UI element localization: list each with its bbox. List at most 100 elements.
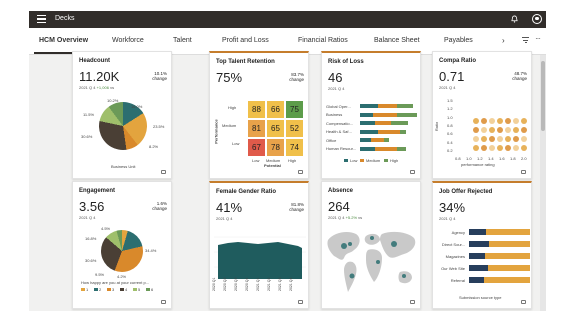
map-point[interactable] <box>348 242 352 246</box>
bar-segment[interactable] <box>489 241 530 247</box>
scatter-point[interactable] <box>513 145 519 151</box>
vertical-scrollbar[interactable] <box>540 55 546 311</box>
scatter-point[interactable] <box>489 136 495 142</box>
scatter-point[interactable] <box>513 118 519 124</box>
scatter-point[interactable] <box>473 145 479 151</box>
card-female-gender-ratio[interactable]: Female Gender Ratio 41% 2021 Q 4 81.8% c… <box>209 181 309 309</box>
comment-icon[interactable] <box>161 170 166 174</box>
scatter-point[interactable] <box>473 118 479 124</box>
map-point[interactable] <box>370 236 374 240</box>
scatter-point[interactable] <box>481 118 487 124</box>
map-point[interactable] <box>349 273 355 279</box>
card-top-talent-retention[interactable]: Top Talent Retention 75% 83.7% change Pe… <box>209 51 309 179</box>
tab-balance-sheet[interactable]: Balance Sheet <box>374 37 420 44</box>
heatmap-cell[interactable]: 88 <box>248 101 265 118</box>
tab-financial-ratios[interactable]: Financial Ratios <box>298 37 348 44</box>
bar-segment[interactable] <box>469 265 488 271</box>
card-engagement[interactable]: Engagement 3.56 2021 Q 4 1.6% change 4.5… <box>72 181 172 309</box>
comment-icon[interactable] <box>410 300 415 304</box>
scatter-point[interactable] <box>497 145 503 151</box>
scrollbar-thumb[interactable] <box>541 61 545 131</box>
comment-icon[interactable] <box>161 300 166 304</box>
bar-segment[interactable] <box>469 229 487 235</box>
more-horizontal-icon[interactable]: ··· <box>535 34 541 43</box>
scatter-point[interactable] <box>489 145 495 151</box>
bar-segment[interactable] <box>360 121 376 125</box>
bar-segment[interactable] <box>360 104 378 108</box>
scatter-point[interactable] <box>497 136 503 142</box>
scatter-point[interactable] <box>505 145 511 151</box>
scatter-point[interactable] <box>521 118 527 124</box>
bar-segment[interactable] <box>377 129 400 134</box>
bar-segment[interactable] <box>360 112 374 117</box>
bar-segment[interactable] <box>487 265 530 271</box>
scatter-point[interactable] <box>505 136 511 142</box>
scatter-point[interactable] <box>481 136 487 142</box>
bar-segment[interactable] <box>484 253 530 259</box>
comment-icon[interactable] <box>521 170 526 174</box>
card-absence[interactable]: Absence 264 2021 Q 4 +5.2% vs <box>321 181 421 309</box>
tab-talent[interactable]: Talent <box>173 37 192 44</box>
bar-segment[interactable] <box>360 138 371 142</box>
heatmap-cell[interactable]: 52 <box>286 120 303 137</box>
scatter-point[interactable] <box>497 118 503 124</box>
gender-area-chart[interactable] <box>214 227 306 283</box>
heatmap-cell[interactable]: 65 <box>267 120 284 137</box>
tab-profit-and-loss[interactable]: Profit and Loss <box>222 37 269 44</box>
heatmap-cell[interactable]: 81 <box>248 120 265 137</box>
heatmap-cell[interactable]: 74 <box>286 139 303 156</box>
tab-hcm-overview[interactable]: HCM Overview <box>39 37 88 44</box>
bar-segment[interactable] <box>377 104 398 108</box>
heatmap-cell[interactable]: 66 <box>267 101 284 118</box>
bar-segment[interactable] <box>360 146 376 151</box>
scatter-point[interactable] <box>521 127 527 133</box>
bar-segment[interactable] <box>371 138 385 142</box>
headcount-pie-chart[interactable] <box>99 102 147 150</box>
map-point[interactable] <box>391 241 397 247</box>
filter-icon[interactable] <box>522 37 529 43</box>
scatter-point[interactable] <box>513 127 519 133</box>
card-job-offer-rejected[interactable]: Job Offer Rejected 34% 2021 Q 4 Submissi… <box>432 181 532 309</box>
bar-segment[interactable] <box>486 229 530 235</box>
heatmap-cell[interactable]: 67 <box>248 139 265 156</box>
scatter-point[interactable] <box>481 145 487 151</box>
tab-payables[interactable]: Payables <box>444 37 473 44</box>
comment-icon[interactable] <box>298 170 303 174</box>
bar-segment[interactable] <box>390 121 409 125</box>
bar-segment[interactable] <box>373 112 398 117</box>
user-avatar-icon[interactable] <box>532 14 542 24</box>
bell-icon[interactable] <box>511 15 518 23</box>
bar-segment[interactable] <box>483 277 530 283</box>
scatter-point[interactable] <box>497 127 503 133</box>
bar-segment[interactable] <box>469 253 485 259</box>
card-risk-of-loss[interactable]: Risk of Loss 46 2021 Q 4 Low Medium High… <box>321 51 421 179</box>
bar-segment[interactable] <box>469 241 490 247</box>
tab-workforce[interactable]: Workforce <box>112 37 144 44</box>
absence-world-map[interactable] <box>324 222 420 302</box>
comment-icon[interactable] <box>521 300 526 304</box>
scatter-point[interactable] <box>489 127 495 133</box>
hamburger-icon[interactable] <box>37 15 46 24</box>
bar-segment[interactable] <box>397 104 413 108</box>
scatter-point[interactable] <box>505 127 511 133</box>
bar-segment[interactable] <box>397 112 418 117</box>
heatmap-cell[interactable]: 75 <box>286 101 303 118</box>
map-point[interactable] <box>376 260 380 264</box>
scatter-point[interactable] <box>505 118 511 124</box>
bar-segment[interactable] <box>360 129 378 134</box>
comment-icon[interactable] <box>298 300 303 304</box>
bar-segment[interactable] <box>384 138 389 142</box>
bar-segment[interactable] <box>399 129 407 134</box>
card-headcount[interactable]: Headcount 11.20K 2021 Q 4 +1,006 vs 10.1… <box>72 51 172 179</box>
scatter-point[interactable] <box>513 136 519 142</box>
bar-segment[interactable] <box>469 277 484 283</box>
engagement-pie-chart[interactable] <box>101 230 143 272</box>
bar-segment[interactable] <box>375 146 398 151</box>
map-point[interactable] <box>402 274 406 278</box>
scatter-point[interactable] <box>489 118 495 124</box>
map-point[interactable] <box>341 243 347 249</box>
scatter-point[interactable] <box>521 145 527 151</box>
scatter-point[interactable] <box>521 136 527 142</box>
chevron-right-icon[interactable]: › <box>502 36 505 45</box>
comment-icon[interactable] <box>410 170 415 174</box>
